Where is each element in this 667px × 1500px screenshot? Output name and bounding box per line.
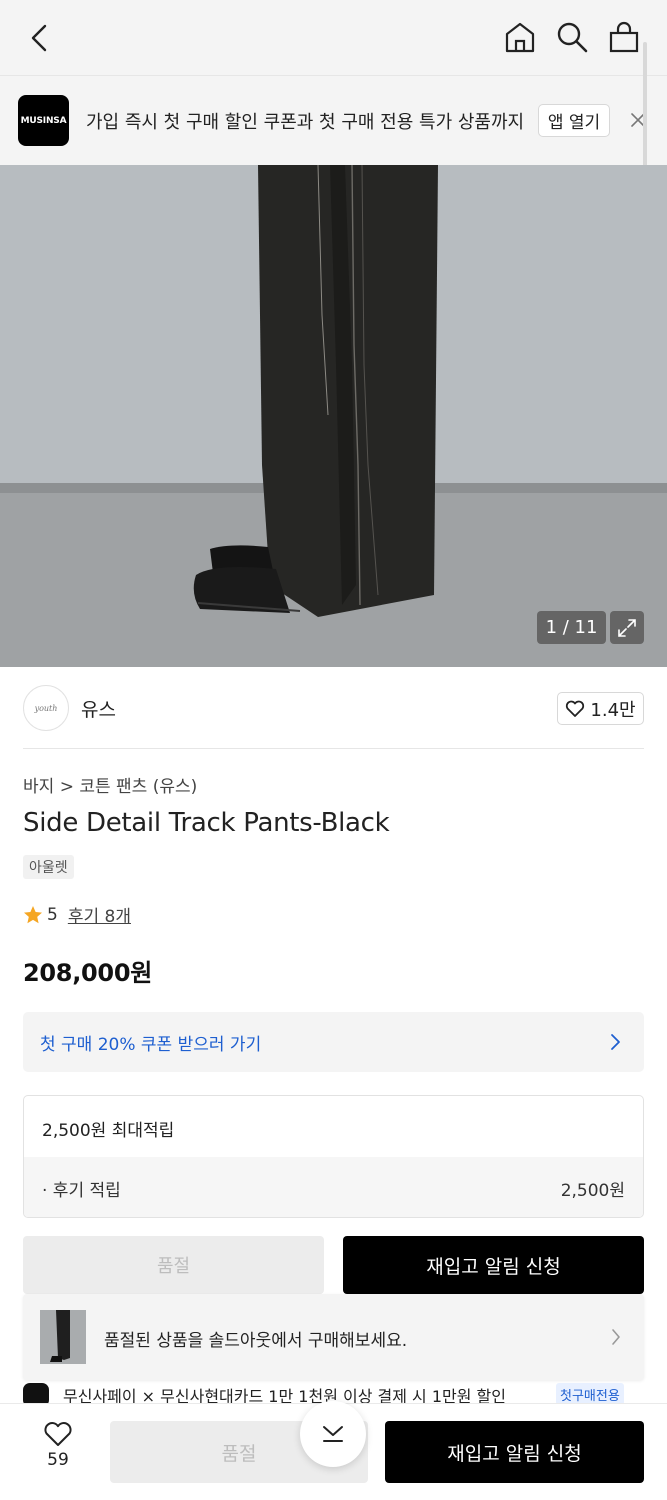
rating-row: 5 후기 8개 xyxy=(23,902,131,927)
star-icon xyxy=(24,905,42,923)
heart-icon xyxy=(44,1422,72,1446)
restock-alert-button[interactable]: 재입고 알림 신청 xyxy=(343,1236,644,1294)
chevron-right-icon xyxy=(608,1032,624,1052)
first-purchase-coupon-banner[interactable]: 첫 구매 20% 쿠폰 받으러 가기 xyxy=(23,1012,644,1072)
soldout-message: 품절된 상품을 솔드아웃에서 구매해보세요. xyxy=(104,1331,408,1351)
breadcrumb-separator-icon: > xyxy=(59,777,80,797)
shopping-bag-icon[interactable] xyxy=(607,20,641,54)
brand-like-count: 1.4만 xyxy=(590,699,636,721)
chevron-down-icon xyxy=(323,1426,343,1442)
search-icon[interactable] xyxy=(555,20,589,54)
top-navigation-bar xyxy=(0,0,667,76)
product-image[interactable] xyxy=(0,165,667,667)
banner-message: 가입 즉시 첫 구매 할인 쿠폰과 첫 구매 전용 특가 상품까지 xyxy=(86,112,525,133)
header-icons xyxy=(503,20,641,54)
rating-value: 5 xyxy=(47,904,58,925)
breadcrumb-subcategory[interactable]: 코튼 팬츠 (유스) xyxy=(79,777,197,797)
product-like-button[interactable]: 59 xyxy=(38,1421,78,1470)
purchase-actions: 품절 재입고 알림 신청 xyxy=(23,1236,644,1294)
points-box: 2,500원 최대적립 · 후기 적립 2,500원 xyxy=(23,1095,644,1218)
musinsa-logo: MUSINSA xyxy=(18,95,69,146)
breadcrumb-category[interactable]: 바지 xyxy=(23,777,54,797)
expand-icon[interactable] xyxy=(610,611,644,644)
review-points-label: · 후기 적립 xyxy=(42,1181,121,1201)
brand-logo[interactable]: youth xyxy=(23,685,69,731)
review-points-value: 2,500원 xyxy=(560,1181,625,1201)
review-link[interactable]: 후기 8개 xyxy=(68,902,131,927)
product-like-count: 59 xyxy=(47,1450,69,1470)
coupon-text: 첫 구매 20% 쿠폰 받으러 가기 xyxy=(40,1035,262,1055)
first-purchase-badge: 첫구매전용 xyxy=(556,1383,624,1405)
bottom-restock-alert-button[interactable]: 재입고 알림 신청 xyxy=(385,1421,644,1483)
home-icon[interactable] xyxy=(503,20,537,54)
max-points: 2,500원 최대적립 xyxy=(42,1121,175,1141)
collapse-button[interactable] xyxy=(300,1401,366,1467)
brand-name[interactable]: 유스 xyxy=(81,695,116,722)
app-install-banner: MUSINSA 가입 즉시 첫 구매 할인 쿠폰과 첫 구매 전용 특가 상품까… xyxy=(0,76,667,165)
soldout-thumbnail xyxy=(40,1310,86,1364)
outlet-tag: 아울렛 xyxy=(23,855,74,879)
soldout-suggestion[interactable]: 품절된 상품을 솔드아웃에서 구매해보세요. xyxy=(23,1294,644,1380)
brand-row: youth 유스 1.4만 xyxy=(23,685,644,749)
review-points-row: · 후기 적립 2,500원 xyxy=(24,1157,643,1217)
page-scrollbar[interactable] xyxy=(643,42,647,172)
heart-icon xyxy=(566,700,585,717)
brand-like-button[interactable]: 1.4만 xyxy=(557,692,644,725)
image-counter: 1 / 11 xyxy=(537,611,606,644)
product-title: Side Detail Track Pants-Black xyxy=(23,808,390,838)
sold-out-button: 품절 xyxy=(23,1236,324,1294)
open-app-button[interactable]: 앱 열기 xyxy=(538,104,610,137)
chevron-right-icon xyxy=(610,1328,622,1346)
product-price: 208,000원 xyxy=(23,959,152,987)
breadcrumb: 바지 > 코튼 팬츠 (유스) xyxy=(23,772,197,797)
chevron-left-icon[interactable] xyxy=(24,22,56,54)
